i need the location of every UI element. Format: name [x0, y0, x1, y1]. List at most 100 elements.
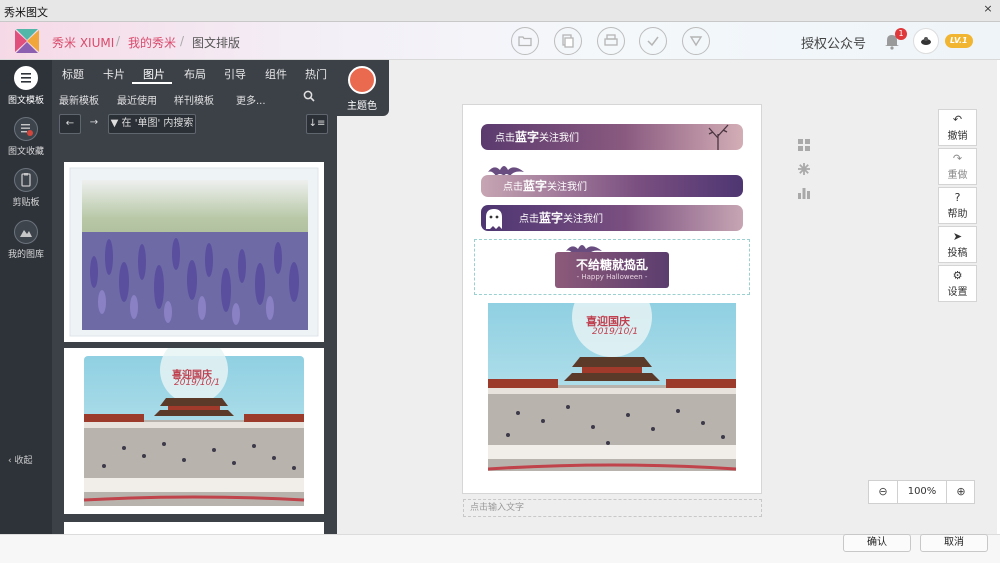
- pill-suffix: 关注我们: [547, 182, 588, 193]
- folder-icon: [518, 36, 532, 47]
- halloween-badge[interactable]: 不给糖就捣乱 - Happy Halloween -: [555, 252, 669, 288]
- tab-image[interactable]: 图片: [143, 66, 165, 82]
- arrow-right-icon: →: [89, 117, 99, 128]
- collapse-button[interactable]: ‹ 收起: [8, 453, 33, 466]
- subtab-magazine[interactable]: 样刊模板: [174, 92, 214, 107]
- zoom-out-button[interactable]: ⊖: [869, 481, 897, 503]
- text-input-field[interactable]: 点击输入文字: [463, 499, 762, 517]
- undo-icon: ↶: [952, 113, 963, 126]
- settings-label: 设置: [947, 287, 968, 298]
- pill-bold: 蓝字: [539, 211, 564, 225]
- undo-label: 撤销: [947, 131, 968, 142]
- tab-card[interactable]: 卡片: [103, 66, 125, 82]
- forward-button[interactable]: →: [84, 114, 104, 134]
- cancel-button[interactable]: 取消: [920, 534, 988, 552]
- app-header: 秀米 XIUMI / 我的秀米 / 图文排版 授权公众号 1 LV.1: [0, 22, 1000, 60]
- breadcrumb-separator: /: [116, 34, 121, 48]
- print-button[interactable]: [597, 27, 625, 55]
- settings-button[interactable]: ⚙ 设置: [938, 265, 977, 302]
- pill-prefix: 点击: [503, 182, 523, 193]
- redo-button[interactable]: ↷ 重做: [938, 148, 977, 185]
- card-date: 2019/10/1: [174, 378, 221, 388]
- tab-components[interactable]: 组件: [265, 66, 287, 82]
- poster-date: 2019/10/1: [592, 327, 639, 337]
- rail-item-favorites[interactable]: 图文收藏: [0, 117, 52, 157]
- submit-button[interactable]: ➤ 投稿: [938, 226, 977, 263]
- follow-banner-2[interactable]: 点击蓝字关注我们: [481, 175, 743, 197]
- window-title: 秀米图文: [4, 6, 48, 19]
- breadcrumb-separator: /: [180, 34, 185, 48]
- follow-banner-3[interactable]: 点击蓝字关注我们: [481, 205, 743, 231]
- rail-item-gallery[interactable]: 我的图库: [0, 220, 52, 260]
- rail-item-label: 剪贴板: [12, 198, 40, 208]
- avatar[interactable]: [913, 28, 939, 54]
- theme-color-button[interactable]: [348, 66, 376, 94]
- xiumi-logo-icon[interactable]: [12, 27, 42, 55]
- help-button[interactable]: ? 帮助: [938, 187, 977, 224]
- confirm-button[interactable]: 确认: [843, 534, 911, 552]
- pill-suffix: 关注我们: [563, 214, 604, 225]
- arrow-left-icon: ←: [65, 118, 75, 129]
- level-badge: LV.1: [945, 34, 973, 48]
- zoom-out-icon: ⊖: [878, 485, 888, 498]
- undo-button[interactable]: ↶ 撤销: [938, 109, 977, 146]
- dropdown-button[interactable]: [682, 27, 710, 55]
- bar-chart-icon[interactable]: [797, 186, 811, 200]
- folder-button[interactable]: [511, 27, 539, 55]
- ghost-icon: [486, 209, 502, 229]
- back-button[interactable]: ←: [59, 114, 81, 134]
- pill-suffix: 关注我们: [539, 133, 580, 144]
- category-tabs: 标题 卡片 图片 布局 引导 组件 热门: [52, 60, 337, 85]
- tab-guide[interactable]: 引导: [224, 66, 246, 82]
- halloween-title: 不给糖就捣乱: [575, 258, 648, 272]
- authorize-account-button[interactable]: 授权公众号: [801, 33, 866, 52]
- pill-bold: 蓝字: [515, 130, 540, 144]
- template-card-national-day[interactable]: 喜迎国庆 2019/10/1: [64, 336, 324, 514]
- template-card-lavender[interactable]: [64, 162, 324, 342]
- search-icon[interactable]: [303, 90, 315, 102]
- follow-banner-1[interactable]: 点击蓝字关注我们: [481, 124, 743, 150]
- redo-icon: ↷: [952, 152, 963, 165]
- copy-button[interactable]: [554, 27, 582, 55]
- rail-item-templates[interactable]: 图文模板: [0, 66, 52, 106]
- chevron-left-icon: ‹: [8, 456, 12, 466]
- subtab-latest[interactable]: 最新模板: [59, 92, 99, 107]
- tree-branch-icon: [708, 124, 729, 150]
- zoom-in-icon: ⊕: [956, 485, 966, 498]
- national-day-poster[interactable]: 喜迎国庆 2019/10/1: [487, 277, 737, 471]
- redo-label: 重做: [947, 170, 968, 181]
- sort-button[interactable]: ↓≡: [306, 114, 328, 134]
- favorites-icon: [14, 117, 38, 141]
- tab-layout[interactable]: 布局: [184, 66, 206, 82]
- zoom-control: ⊖ 100% ⊕: [868, 480, 975, 504]
- close-icon[interactable]: ×: [982, 3, 994, 15]
- window-titlebar: 秀米图文 ×: [0, 0, 1000, 22]
- breadcrumb-home[interactable]: 秀米 XIUMI: [52, 34, 114, 51]
- print-icon: [604, 34, 618, 46]
- active-tab-indicator: [132, 82, 172, 84]
- rail-item-clipboard[interactable]: 剪贴板: [0, 168, 52, 208]
- check-button[interactable]: [639, 27, 667, 55]
- user-icon: [921, 37, 931, 45]
- rail-item-label: 图文收藏: [7, 147, 44, 157]
- breadcrumb-my-xiumi[interactable]: 我的秀米: [128, 34, 176, 51]
- send-icon: ➤: [952, 230, 963, 243]
- grid-icon[interactable]: [797, 138, 811, 152]
- snowflake-icon[interactable]: [797, 162, 811, 176]
- halloween-subtitle: - Happy Halloween -: [576, 273, 648, 281]
- subtab-recent[interactable]: 最近使用: [117, 92, 157, 107]
- pill-prefix: 点击: [519, 214, 539, 225]
- zoom-level: 100%: [897, 481, 947, 503]
- pill-bold: 蓝字: [523, 179, 548, 193]
- tab-title[interactable]: 标题: [62, 66, 84, 82]
- zoom-in-button[interactable]: ⊕: [947, 481, 975, 503]
- template-icon: [14, 66, 38, 90]
- subtab-more[interactable]: 更多...: [236, 92, 266, 107]
- check-icon: [647, 36, 659, 47]
- template-card-partial[interactable]: [64, 522, 324, 534]
- tab-hot[interactable]: 热门: [305, 66, 327, 82]
- search-in-category-button[interactable]: ▼ 在 '单图' 内搜索: [108, 114, 196, 134]
- settings-icon: ⚙: [952, 269, 963, 282]
- collapse-label: 收起: [14, 456, 33, 466]
- theme-color-label: 主题色: [347, 101, 377, 112]
